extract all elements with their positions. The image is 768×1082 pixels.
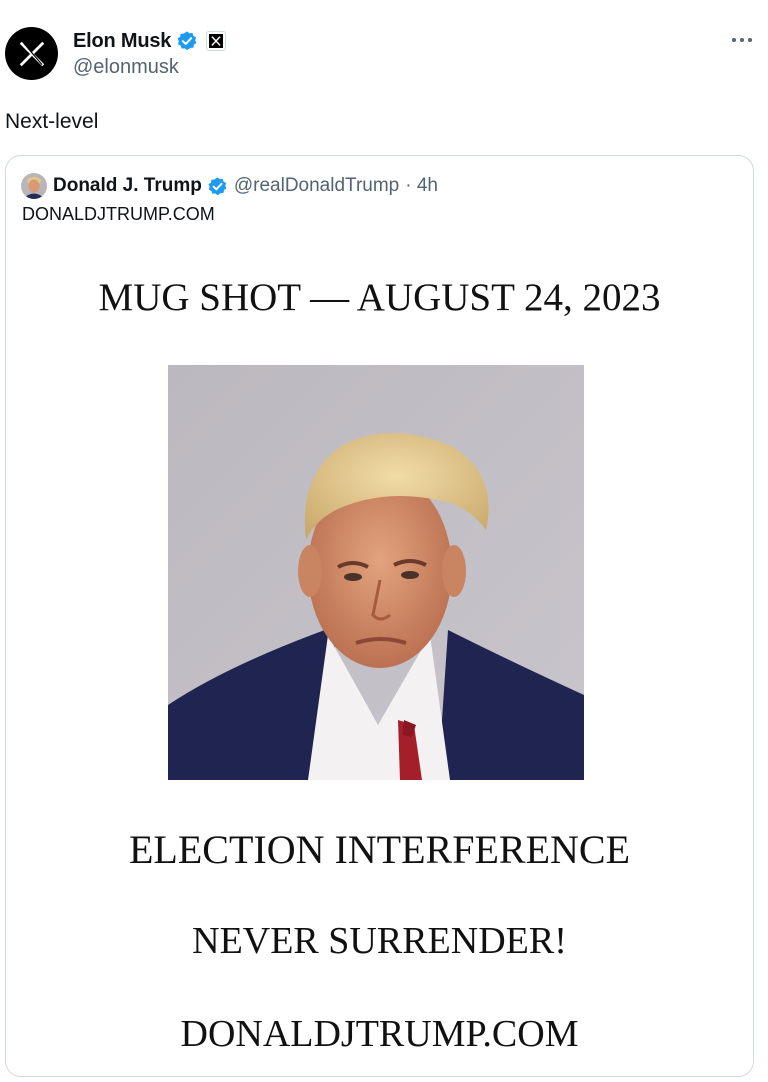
quoted-author-avatar[interactable] xyxy=(21,173,47,199)
quoted-author-handle[interactable]: @realDonaldTrump xyxy=(234,175,399,197)
author-handle[interactable]: @elonmusk xyxy=(73,56,226,79)
verified-badge-icon[interactable] xyxy=(176,30,198,52)
x-affiliation-icon[interactable] xyxy=(206,31,227,51)
tweet-text: Next-level xyxy=(5,110,99,133)
quoted-author-name[interactable]: Donald J. Trump xyxy=(53,175,202,197)
poster-headline: MUG SHOT — AUGUST 24, 2023 xyxy=(98,276,661,319)
poster-line-election-interference: ELECTION INTERFERENCE xyxy=(128,827,631,872)
author-info: Elon Musk @elonmusk xyxy=(73,27,227,79)
quoted-tweet-image[interactable]: MUG SHOT — AUGUST 24, 2023 ELECTION INTE… xyxy=(6,236,753,1076)
quoted-tweet-header: Donald J. Trump @realDonaldTrump · 4h xyxy=(21,173,438,199)
more-options-icon[interactable] xyxy=(726,28,758,52)
quoted-tweet-text: DONALDJTRUMP.COM xyxy=(22,204,215,224)
verified-badge-icon[interactable] xyxy=(207,176,228,197)
quoted-tweet-timestamp[interactable]: · 4h xyxy=(405,175,438,197)
author-avatar[interactable] xyxy=(5,27,58,80)
poster-line-never-surrender: NEVER SURRENDER! xyxy=(192,920,567,962)
x-logo-icon xyxy=(19,41,44,66)
quoted-tweet-card[interactable]: Donald J. Trump @realDonaldTrump · 4h DO… xyxy=(5,155,754,1077)
mugshot-photo xyxy=(168,365,584,780)
author-name[interactable]: Elon Musk xyxy=(73,30,171,53)
poster-line-website: DONALDJTRUMP.COM xyxy=(180,1013,579,1055)
